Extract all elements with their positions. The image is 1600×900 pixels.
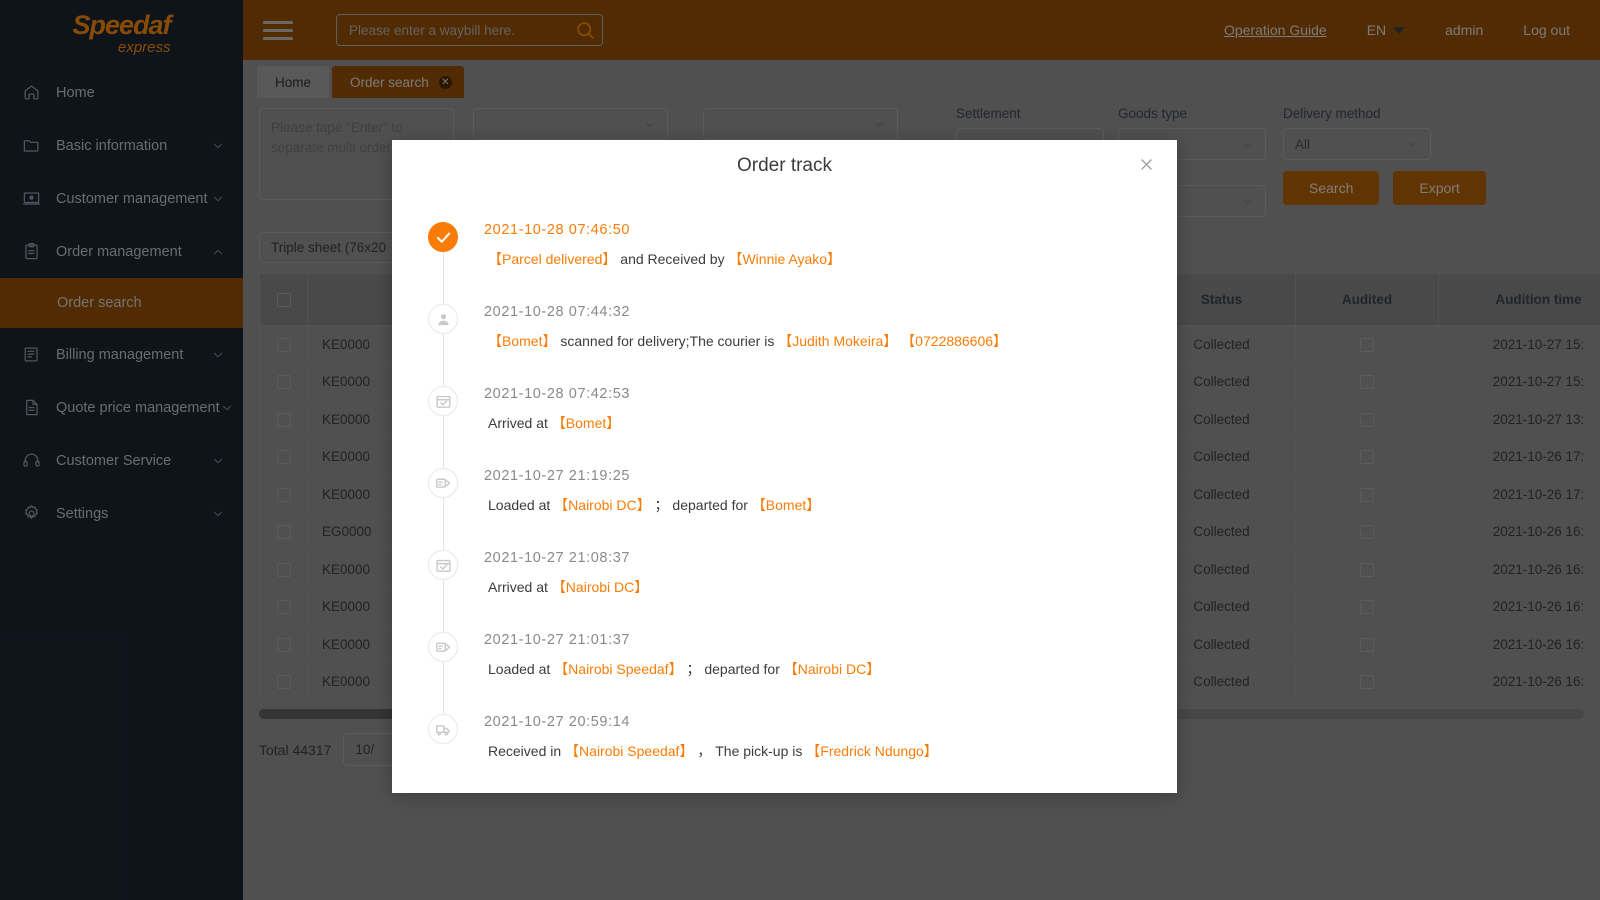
track-highlight: 【Nairobi DC】 (554, 497, 651, 513)
close-icon[interactable] (1138, 156, 1158, 176)
track-event-description: Loaded at 【Nairobi DC】 ； departed for 【B… (484, 496, 1177, 516)
track-event-description: Arrived at 【Nairobi DC】 (484, 578, 1177, 598)
track-text: Loaded at (488, 497, 555, 513)
track-event: 2021-10-27 21:01:37 Loaded at 【Nairobi Sp… (428, 632, 1177, 721)
track-event-description: 【Parcel delivered】 and Received by 【Winn… (484, 250, 1177, 270)
dialog-title: Order track (736, 155, 833, 176)
track-text: ， The pick-up is (693, 743, 807, 759)
timeline-connector (442, 662, 444, 721)
person-icon (428, 304, 458, 334)
track-text: Received in (488, 743, 566, 759)
track-highlight: 【Nairobi DC】 (783, 661, 881, 677)
track-highlight: 【Parcel delivered】 (488, 251, 617, 267)
track-event: 2021-10-27 21:19:25 Loaded at 【Nairobi DC… (428, 468, 1177, 557)
track-highlight: 【Judith Mokeira】 (778, 333, 898, 349)
track-text: scanned for delivery;The courier is (556, 333, 779, 349)
loaded-departed-icon (428, 468, 458, 498)
timeline-connector (442, 580, 444, 639)
track-text: ； departed for (682, 661, 784, 677)
track-event-time: 2021-10-27 20:59:14 (484, 714, 631, 730)
track-event-time: 2021-10-28 07:42:53 (484, 386, 631, 402)
track-text: Arrived at (488, 415, 552, 431)
timeline-connector (442, 416, 444, 475)
track-event: 2021-10-28 07:44:32 【Bomet】 scanned for d… (428, 304, 1177, 393)
order-track-dialog: Order track 2021-10-28 07:46:50 【Parcel d… (392, 140, 1177, 793)
timeline-connector (442, 334, 444, 393)
track-text: Arrived at (488, 579, 552, 595)
loaded-departed-icon (428, 632, 458, 662)
track-event-time: 2021-10-27 21:01:37 (484, 632, 631, 648)
track-event-description: Loaded at 【Nairobi Speedaf】 ； departed f… (484, 660, 1177, 680)
track-event: 2021-10-28 07:46:50 【Parcel delivered】 an… (428, 222, 1177, 311)
track-highlight: 【Fredrick Ndungo】 (806, 743, 938, 759)
track-text: ； departed for (650, 497, 752, 513)
track-event-time: 2021-10-28 07:46:50 (484, 222, 631, 238)
check-icon (428, 222, 458, 252)
track-text: and Received by (616, 251, 729, 267)
track-event: 2021-10-27 21:08:37 Arrived at 【Nairobi D… (428, 550, 1177, 639)
track-event: 2021-10-27 20:59:14 Received in 【Nairobi … (428, 714, 1177, 777)
track-highlight: 【Nairobi DC】 (551, 579, 649, 595)
track-highlight: 【Bomet】 (551, 415, 621, 431)
track-event-time: 2021-10-27 21:08:37 (484, 550, 631, 566)
track-event-description: Arrived at 【Bomet】 (484, 414, 1177, 434)
track-highlight: 【Nairobi Speedaf】 (565, 743, 694, 759)
track-highlight: 【Bomet】 (488, 333, 557, 349)
track-text: Loaded at (488, 661, 555, 677)
track-highlight: 【Winnie Ayako】 (728, 251, 842, 267)
timeline-connector (442, 498, 444, 557)
track-event-time: 2021-10-28 07:44:32 (484, 304, 631, 320)
track-event: 2021-10-28 07:42:53 Arrived at 【Bomet】 (428, 386, 1177, 475)
order-track-timeline: 2021-10-28 07:46:50 【Parcel delivered】 an… (392, 177, 1177, 777)
track-event-description: 【Bomet】 scanned for delivery;The courier… (484, 332, 1177, 352)
track-highlight: 【Bomet】 (751, 497, 821, 513)
track-highlight: 【Nairobi Speedaf】 (554, 661, 683, 677)
box-arrived-icon (428, 550, 458, 580)
timeline-connector (442, 252, 444, 311)
truck-icon (428, 714, 458, 744)
track-event-description: Received in 【Nairobi Speedaf】 ， The pick… (484, 742, 1177, 762)
track-event-time: 2021-10-27 21:19:25 (484, 468, 631, 484)
track-highlight: 【0722886606】 (901, 333, 1008, 349)
box-arrived-icon (428, 386, 458, 416)
